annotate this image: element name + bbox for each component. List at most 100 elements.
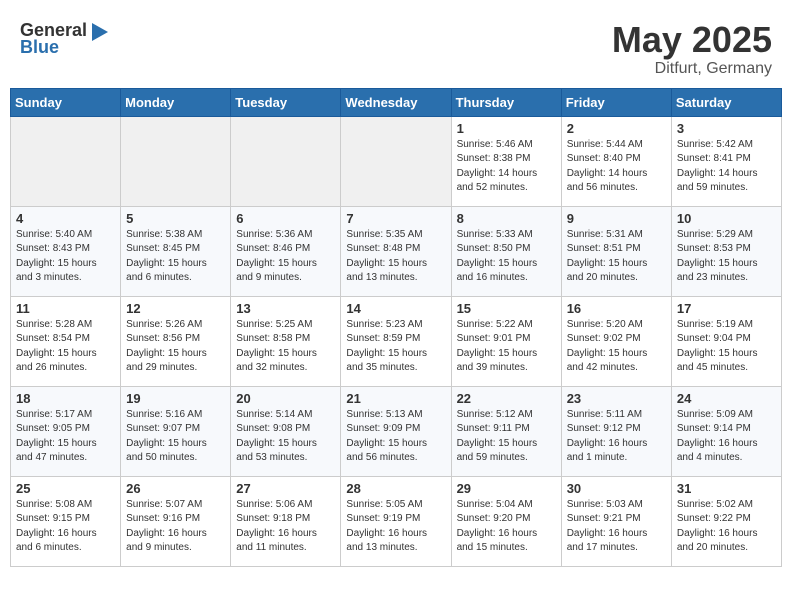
day-number: 9 [567, 211, 666, 226]
calendar-cell: 7Sunrise: 5:35 AM Sunset: 8:48 PM Daylig… [341, 206, 451, 296]
day-info: Sunrise: 5:19 AM Sunset: 9:04 PM Dayligh… [677, 318, 776, 376]
day-of-week-sunday: Sunday [11, 88, 121, 116]
day-number: 22 [457, 391, 556, 406]
day-number: 12 [126, 301, 225, 316]
calendar-cell: 20 Sunrise: 5:14 AM Sunset: 9:08 PM Dayli… [231, 386, 341, 476]
calendar-cell: 21 Sunrise: 5:13 AM Sunset: 9:09 PM Dayli… [341, 386, 451, 476]
logo: General Blue [20, 20, 108, 58]
day-number: 7 [346, 211, 445, 226]
day-number: 18 [16, 391, 115, 406]
day-info: Sunrise: 5:06 AM Sunset: 9:18 PM Dayligh… [236, 498, 335, 556]
day-info: Sunrise: 5:04 AM Sunset: 9:20 PM Dayligh… [457, 498, 556, 556]
day-number: 30 [567, 481, 666, 496]
calendar-cell: 4Sunrise: 5:40 AM Sunset: 8:43 PM Daylig… [11, 206, 121, 296]
calendar-cell: 16 Sunrise: 5:20 AM Sunset: 9:02 PM Dayli… [561, 296, 671, 386]
day-number: 23 [567, 391, 666, 406]
day-of-week-monday: Monday [121, 88, 231, 116]
day-number: 14 [346, 301, 445, 316]
day-number: 28 [346, 481, 445, 496]
calendar-cell: 28 Sunrise: 5:05 AM Sunset: 9:19 PM Dayli… [341, 476, 451, 566]
day-number: 21 [346, 391, 445, 406]
calendar-cell: 30 Sunrise: 5:03 AM Sunset: 9:21 PM Dayli… [561, 476, 671, 566]
day-info: Sunrise: 5:25 AM Sunset: 8:58 PM Dayligh… [236, 318, 335, 376]
calendar-cell: 2Sunrise: 5:44 AM Sunset: 8:40 PM Daylig… [561, 116, 671, 206]
day-info: Sunrise: 5:42 AM Sunset: 8:41 PM Dayligh… [677, 138, 776, 196]
calendar-cell: 18 Sunrise: 5:17 AM Sunset: 9:05 PM Dayli… [11, 386, 121, 476]
day-number: 1 [457, 121, 556, 136]
day-info: Sunrise: 5:38 AM Sunset: 8:45 PM Dayligh… [126, 228, 225, 286]
day-number: 26 [126, 481, 225, 496]
day-info: Sunrise: 5:08 AM Sunset: 9:15 PM Dayligh… [16, 498, 115, 556]
day-info: Sunrise: 5:31 AM Sunset: 8:51 PM Dayligh… [567, 228, 666, 286]
day-number: 11 [16, 301, 115, 316]
day-info: Sunrise: 5:20 AM Sunset: 9:02 PM Dayligh… [567, 318, 666, 376]
day-of-week-wednesday: Wednesday [341, 88, 451, 116]
day-info: Sunrise: 5:44 AM Sunset: 8:40 PM Dayligh… [567, 138, 666, 196]
day-info: Sunrise: 5:13 AM Sunset: 9:09 PM Dayligh… [346, 408, 445, 466]
day-number: 5 [126, 211, 225, 226]
calendar-week-row: 1Sunrise: 5:46 AM Sunset: 8:38 PM Daylig… [11, 116, 782, 206]
calendar-cell: 6Sunrise: 5:36 AM Sunset: 8:46 PM Daylig… [231, 206, 341, 296]
day-number: 27 [236, 481, 335, 496]
calendar-cell [11, 116, 121, 206]
day-info: Sunrise: 5:07 AM Sunset: 9:16 PM Dayligh… [126, 498, 225, 556]
day-info: Sunrise: 5:40 AM Sunset: 8:43 PM Dayligh… [16, 228, 115, 286]
calendar-cell: 25Sunrise: 5:08 AM Sunset: 9:15 PM Dayli… [11, 476, 121, 566]
day-of-week-friday: Friday [561, 88, 671, 116]
calendar-cell: 1Sunrise: 5:46 AM Sunset: 8:38 PM Daylig… [451, 116, 561, 206]
calendar-week-row: 4Sunrise: 5:40 AM Sunset: 8:43 PM Daylig… [11, 206, 782, 296]
day-info: Sunrise: 5:17 AM Sunset: 9:05 PM Dayligh… [16, 408, 115, 466]
calendar-cell: 11 Sunrise: 5:28 AM Sunset: 8:54 PM Dayli… [11, 296, 121, 386]
logo-arrow-icon [92, 23, 108, 41]
day-number: 16 [567, 301, 666, 316]
title-area: May 2025 Ditfurt, Germany [612, 20, 772, 78]
day-info: Sunrise: 5:14 AM Sunset: 9:08 PM Dayligh… [236, 408, 335, 466]
day-info: Sunrise: 5:03 AM Sunset: 9:21 PM Dayligh… [567, 498, 666, 556]
calendar-table: SundayMondayTuesdayWednesdayThursdayFrid… [10, 88, 782, 567]
day-info: Sunrise: 5:36 AM Sunset: 8:46 PM Dayligh… [236, 228, 335, 286]
calendar-week-row: 11 Sunrise: 5:28 AM Sunset: 8:54 PM Dayli… [11, 296, 782, 386]
day-info: Sunrise: 5:09 AM Sunset: 9:14 PM Dayligh… [677, 408, 776, 466]
calendar-cell: 22 Sunrise: 5:12 AM Sunset: 9:11 PM Dayli… [451, 386, 561, 476]
calendar-cell: 26 Sunrise: 5:07 AM Sunset: 9:16 PM Dayli… [121, 476, 231, 566]
calendar-cell: 23 Sunrise: 5:11 AM Sunset: 9:12 PM Dayli… [561, 386, 671, 476]
day-number: 20 [236, 391, 335, 406]
day-info: Sunrise: 5:16 AM Sunset: 9:07 PM Dayligh… [126, 408, 225, 466]
calendar-cell: 14Sunrise: 5:23 AM Sunset: 8:59 PM Dayli… [341, 296, 451, 386]
calendar-cell [231, 116, 341, 206]
day-of-week-tuesday: Tuesday [231, 88, 341, 116]
day-info: Sunrise: 5:05 AM Sunset: 9:19 PM Dayligh… [346, 498, 445, 556]
day-of-week-saturday: Saturday [671, 88, 781, 116]
day-info: Sunrise: 5:28 AM Sunset: 8:54 PM Dayligh… [16, 318, 115, 376]
day-info: Sunrise: 5:26 AM Sunset: 8:56 PM Dayligh… [126, 318, 225, 376]
calendar-week-row: 18 Sunrise: 5:17 AM Sunset: 9:05 PM Dayli… [11, 386, 782, 476]
day-number: 17 [677, 301, 776, 316]
day-number: 29 [457, 481, 556, 496]
calendar-title: May 2025 [612, 20, 772, 60]
day-number: 8 [457, 211, 556, 226]
calendar-cell: 8 Sunrise: 5:33 AM Sunset: 8:50 PM Daylig… [451, 206, 561, 296]
calendar-cell [341, 116, 451, 206]
calendar-cell: 3Sunrise: 5:42 AM Sunset: 8:41 PM Daylig… [671, 116, 781, 206]
day-info: Sunrise: 5:12 AM Sunset: 9:11 PM Dayligh… [457, 408, 556, 466]
calendar-cell: 19 Sunrise: 5:16 AM Sunset: 9:07 PM Dayli… [121, 386, 231, 476]
calendar-cell: 5 Sunrise: 5:38 AM Sunset: 8:45 PM Daylig… [121, 206, 231, 296]
day-number: 19 [126, 391, 225, 406]
day-number: 13 [236, 301, 335, 316]
day-info: Sunrise: 5:11 AM Sunset: 9:12 PM Dayligh… [567, 408, 666, 466]
calendar-header-row: SundayMondayTuesdayWednesdayThursdayFrid… [11, 88, 782, 116]
calendar-cell: 15Sunrise: 5:22 AM Sunset: 9:01 PM Dayli… [451, 296, 561, 386]
calendar-cell: 31Sunrise: 5:02 AM Sunset: 9:22 PM Dayli… [671, 476, 781, 566]
logo-blue-text: Blue [20, 37, 59, 58]
calendar-cell: 10Sunrise: 5:29 AM Sunset: 8:53 PM Dayli… [671, 206, 781, 296]
day-number: 31 [677, 481, 776, 496]
day-number: 24 [677, 391, 776, 406]
calendar-cell: 29 Sunrise: 5:04 AM Sunset: 9:20 PM Dayli… [451, 476, 561, 566]
calendar-subtitle: Ditfurt, Germany [612, 60, 772, 78]
calendar-cell: 24 Sunrise: 5:09 AM Sunset: 9:14 PM Dayli… [671, 386, 781, 476]
day-info: Sunrise: 5:33 AM Sunset: 8:50 PM Dayligh… [457, 228, 556, 286]
day-info: Sunrise: 5:29 AM Sunset: 8:53 PM Dayligh… [677, 228, 776, 286]
calendar-cell: 27 Sunrise: 5:06 AM Sunset: 9:18 PM Dayli… [231, 476, 341, 566]
header: General Blue May 2025 Ditfurt, Germany [10, 10, 782, 83]
calendar-cell: 13 Sunrise: 5:25 AM Sunset: 8:58 PM Dayli… [231, 296, 341, 386]
